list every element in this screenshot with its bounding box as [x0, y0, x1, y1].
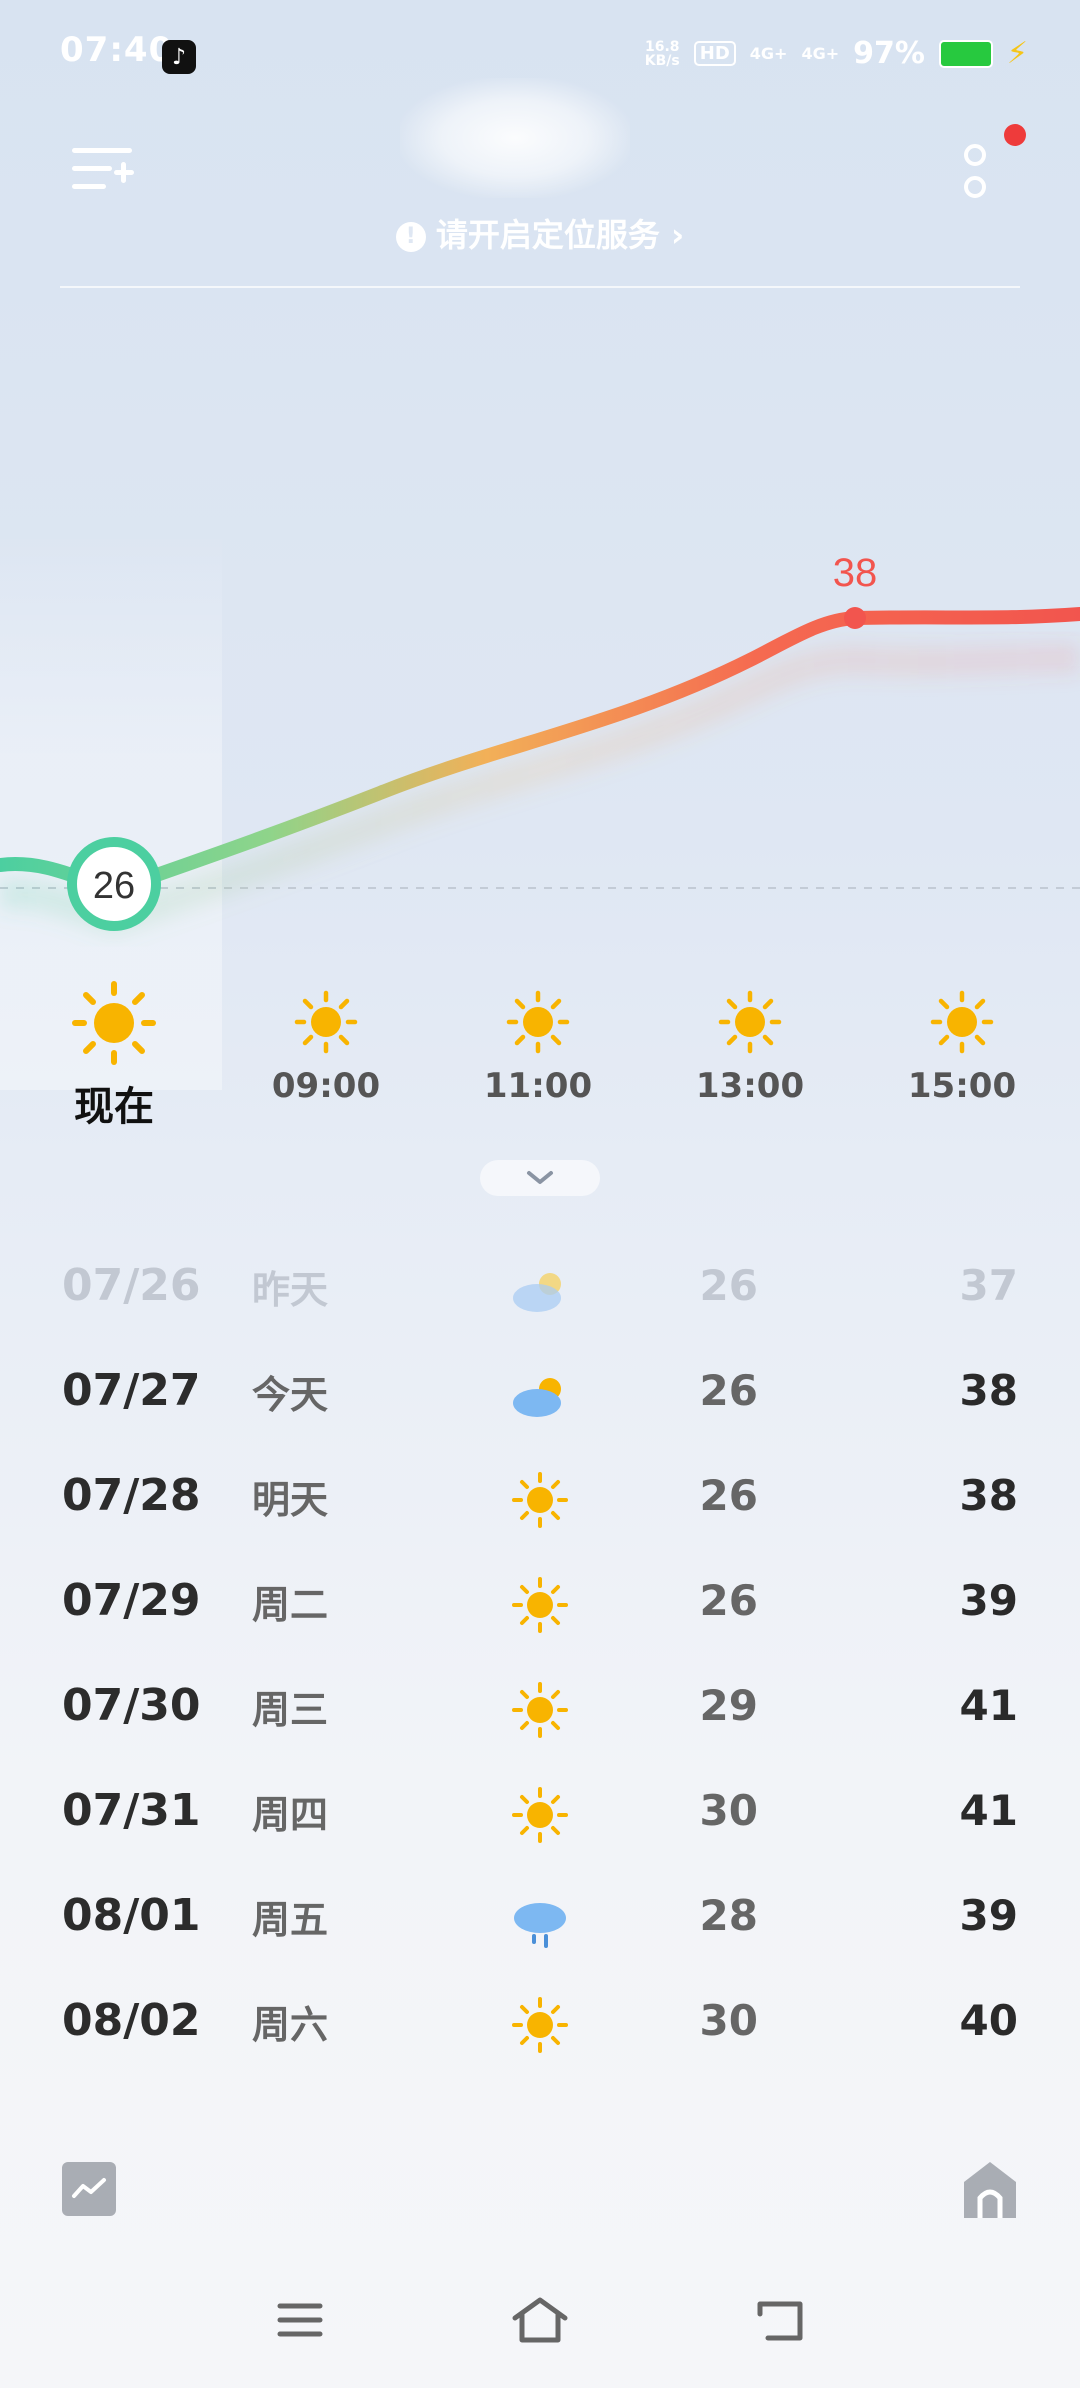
net-speed: 16.8 KB/s: [644, 38, 680, 69]
header-divider: [60, 286, 1020, 288]
day-date: 07/28: [62, 1470, 201, 1521]
sun-icon: [512, 1682, 568, 1738]
home-weather-icon[interactable]: [962, 2160, 1018, 2218]
status-icons: 16.8 KB/s HD 4G+ 4G+ 97% ⚡: [645, 36, 1028, 71]
add-city-icon[interactable]: [72, 148, 134, 198]
hour-label: 现在: [74, 1084, 154, 1130]
day-high-temp: 39: [959, 1891, 1018, 1940]
day-row[interactable]: 07/26 昨天 26 37: [0, 1250, 1080, 1355]
hour-label: 15:00: [907, 1066, 1017, 1106]
day-high-temp: 41: [959, 1786, 1018, 1835]
tiktok-icon: ♪: [162, 40, 196, 74]
sun-icon: [512, 1997, 568, 2053]
sun-icon: [512, 1787, 568, 1843]
day-row[interactable]: 07/28 明天 26 38: [0, 1460, 1080, 1565]
signal-icon-2: 4G+: [801, 43, 840, 63]
sun-icon: [512, 1577, 568, 1633]
more-options-icon[interactable]: [960, 144, 988, 204]
day-name: 周二: [252, 1583, 329, 1627]
day-high-temp: 40: [959, 1996, 1018, 2045]
day-high-temp: 41: [959, 1681, 1018, 1730]
menu-nav-button[interactable]: [260, 2280, 340, 2360]
sun-icon: [294, 990, 358, 1054]
sun-icon: [506, 990, 570, 1054]
trend-icon: [72, 2178, 106, 2198]
hour-item-now[interactable]: 现在: [44, 980, 184, 1132]
rain-cloud-icon: [514, 1903, 566, 1948]
day-low-temp: 26: [699, 1471, 758, 1520]
expand-forecast-toggle[interactable]: [480, 1160, 600, 1196]
day-high-temp: 37: [959, 1261, 1018, 1310]
day-low-temp: 30: [699, 1996, 758, 2045]
day-date: 07/29: [62, 1575, 201, 1626]
home-nav-button[interactable]: [500, 2280, 580, 2360]
sun-icon: [72, 981, 156, 1065]
day-date: 08/02: [62, 1995, 201, 2046]
sun-icon: [512, 1472, 568, 1528]
day-row[interactable]: 08/02 周六 30 40: [0, 1985, 1080, 2090]
back-icon: [757, 2301, 803, 2341]
sun-icon: [930, 990, 994, 1054]
day-high-temp: 38: [959, 1366, 1018, 1415]
battery-percent: 97%: [853, 36, 925, 71]
hd-icon: HD: [693, 41, 736, 66]
hour-label: 09:00: [271, 1066, 381, 1106]
battery-icon: [938, 39, 993, 68]
daily-forecast-list: 07/26 昨天 26 37 07/27 今天 26 38 07/28 明天 2…: [0, 1250, 1080, 2090]
signal-icon-1: 4G+: [749, 43, 788, 63]
day-date: 07/31: [62, 1785, 201, 1836]
location-service-tip[interactable]: ! 请开启定位服务 ›: [0, 210, 1080, 256]
hour-item-1100[interactable]: 11:00: [468, 990, 608, 1106]
day-high-temp: 38: [959, 1471, 1018, 1520]
peak-temp-value: 38: [833, 551, 878, 595]
day-name: 周四: [252, 1793, 329, 1837]
back-nav-button[interactable]: [740, 2280, 820, 2360]
current-temp-value: 26: [93, 865, 135, 907]
day-date: 07/30: [62, 1680, 201, 1731]
hour-label: 11:00: [483, 1066, 593, 1106]
day-low-temp: 26: [699, 1261, 758, 1310]
temperature-curve-shadow: [0, 643, 1080, 936]
notification-badge: [1004, 124, 1026, 146]
day-low-temp: 26: [699, 1576, 758, 1625]
day-high-temp: 39: [959, 1576, 1018, 1625]
cloudy-sun-icon: [513, 1378, 561, 1417]
day-row[interactable]: 07/27 今天 26 38: [0, 1355, 1080, 1460]
hour-item-1500[interactable]: 15:00: [892, 990, 1032, 1106]
warning-icon: !: [395, 222, 426, 252]
status-time: 07:40: [60, 30, 174, 70]
sun-icon: [718, 990, 782, 1054]
day-name: 明天: [252, 1478, 329, 1522]
trend-chart-button[interactable]: [62, 2162, 116, 2216]
home-icon: [512, 2297, 568, 2343]
hour-item-1300[interactable]: 13:00: [680, 990, 820, 1106]
hour-label: 13:00: [695, 1066, 805, 1106]
chevron-down-icon: [527, 1171, 553, 1184]
day-row[interactable]: 08/01 周五 28 39: [0, 1880, 1080, 1985]
day-date: 08/01: [62, 1890, 201, 1941]
day-row[interactable]: 07/30 周三 29 41: [0, 1670, 1080, 1775]
peak-temp-dot: [844, 607, 866, 629]
day-row[interactable]: 07/29 周二 26 39: [0, 1565, 1080, 1670]
day-name: 周五: [252, 1898, 329, 1942]
hourly-temperature-chart: 26 38: [0, 551, 1080, 936]
day-date: 07/27: [62, 1365, 201, 1416]
system-nav-bar: [0, 2280, 1080, 2370]
hour-item-0900[interactable]: 09:00: [256, 990, 396, 1106]
charging-icon: ⚡: [1006, 36, 1028, 71]
chevron-right-icon: ›: [670, 216, 685, 254]
menu-icon: [277, 2303, 323, 2337]
day-low-temp: 26: [699, 1366, 758, 1415]
city-name-blurred: [400, 78, 630, 198]
day-name: 今天: [252, 1373, 329, 1417]
day-name: 周六: [252, 2003, 329, 2047]
day-name: 周三: [252, 1688, 329, 1732]
cloudy-sun-icon: [513, 1273, 561, 1312]
day-name: 昨天: [252, 1268, 329, 1312]
day-date: 07/26: [62, 1260, 201, 1311]
day-row[interactable]: 07/31 周四 30 41: [0, 1775, 1080, 1880]
day-low-temp: 28: [699, 1891, 758, 1940]
day-low-temp: 30: [699, 1786, 758, 1835]
day-low-temp: 29: [699, 1681, 758, 1730]
